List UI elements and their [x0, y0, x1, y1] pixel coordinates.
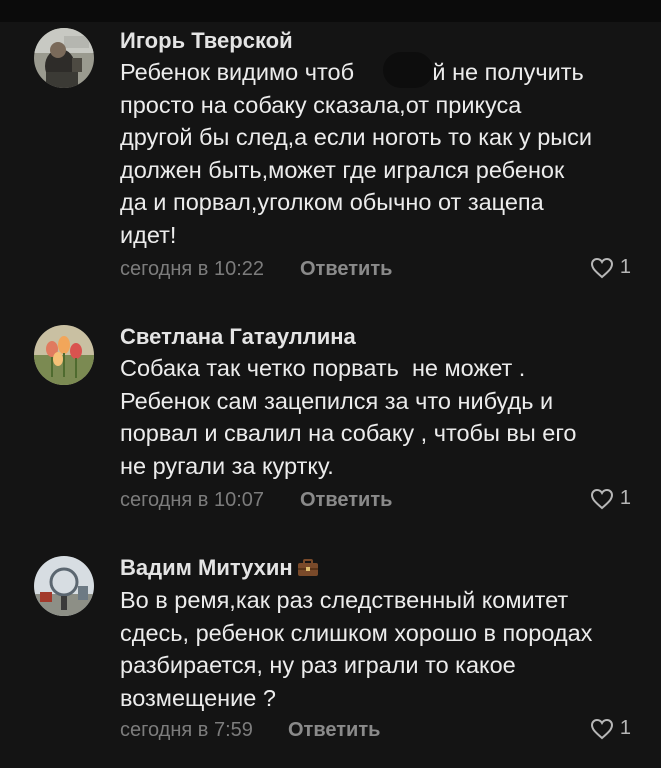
avatar[interactable]	[34, 325, 94, 385]
reply-button[interactable]: Ответить	[300, 258, 392, 281]
avatar[interactable]	[34, 28, 94, 88]
comment-time: сегодня в 10:22	[120, 258, 264, 280]
like-count: 1	[619, 487, 631, 509]
redaction-blob	[383, 52, 433, 88]
comment-text: Собака так четко порвать не может . Ребе…	[120, 352, 640, 482]
comment-time: сегодня в 10:07	[120, 489, 264, 511]
like-count: 1	[619, 256, 631, 278]
like-button[interactable]: 1	[590, 487, 631, 510]
comment-text-line: Во в ремя,как раз следственный комитет	[120, 587, 569, 613]
comment-text-line: Ребенок сам зацепился за что нибудь и	[120, 387, 554, 414]
reply-button[interactable]: Ответить	[300, 489, 392, 512]
comment-text-line: Ребенок видимо чтоб ей не получить	[120, 59, 584, 85]
comment-text: Ребенок видимо чтоб ей не получить прост…	[120, 56, 640, 251]
comment-text-line: идет!	[120, 221, 177, 248]
comment-text-line: да и порвал,уголком обычно от зацепа	[120, 189, 544, 215]
comment-author[interactable]: Игорь Тверской	[120, 28, 293, 54]
like-count: 1	[619, 717, 631, 739]
comment-text-line: порвал и свалил на собаку , чтобы вы его	[120, 420, 577, 446]
comment-text-line: должен быть,может где игрался ребенок	[120, 156, 565, 183]
comment-author[interactable]: Светлана Гатауллина	[120, 324, 356, 350]
heart-outline-icon	[590, 718, 614, 740]
comment-text-line: просто на собаку сказала,от прикуса	[120, 91, 522, 118]
like-button[interactable]: 1	[590, 256, 631, 279]
heart-outline-icon	[590, 257, 614, 279]
comment-author-name: Вадим Митухин	[120, 555, 293, 580]
like-button[interactable]: 1	[590, 717, 631, 740]
comment-text-line: Собака так четко порвать не может .	[120, 355, 526, 381]
reply-button[interactable]: Ответить	[288, 719, 380, 742]
avatar[interactable]	[34, 556, 94, 616]
comment-text-line: разбирается, ну раз играли то какое	[120, 652, 516, 678]
comment-text-line: не ругали за куртку.	[120, 452, 334, 479]
comment-text-line: другой бы след,а если ноготь то как у ры…	[120, 124, 593, 150]
comment-time: сегодня в 7:59	[120, 719, 253, 741]
heart-outline-icon	[590, 488, 614, 510]
comment-text-line: сдесь, ребенок слишком хорошо в породах	[120, 619, 593, 646]
comment-text-line: возмещение ?	[120, 684, 276, 711]
top-bar	[0, 0, 661, 22]
briefcase-icon	[297, 557, 319, 576]
comment-author[interactable]: Вадим Митухин	[120, 555, 319, 581]
comment-text: Во в ремя,как раз следственный комитет с…	[120, 584, 640, 714]
